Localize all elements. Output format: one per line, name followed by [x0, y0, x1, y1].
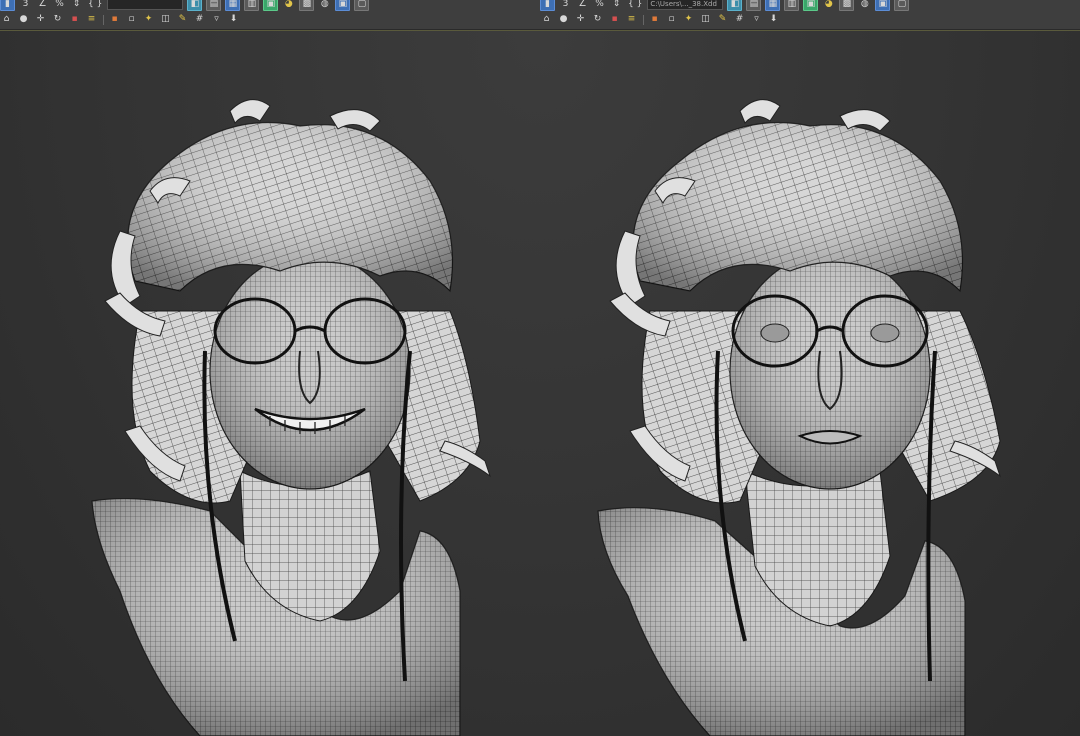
key-icon[interactable]: ▪ — [648, 14, 661, 25]
grid-icon[interactable]: # — [733, 14, 746, 25]
layer-manager-icon[interactable]: ▦ — [765, 0, 781, 11]
rotate-icon[interactable]: ↻ — [51, 14, 64, 25]
mirror-icon[interactable]: ◧ — [187, 0, 203, 11]
render-frame-icon[interactable]: ▢ — [354, 0, 370, 11]
light-icon[interactable]: ✦ — [142, 14, 155, 25]
layer-manager-icon[interactable]: ▦ — [225, 0, 241, 11]
graphite-toggle-icon[interactable]: ▣ — [803, 0, 819, 11]
right-eye-right — [870, 323, 900, 343]
list-icon[interactable]: ≡ — [85, 14, 98, 25]
schematic-view-icon[interactable]: ▩ — [839, 0, 855, 11]
align-icon[interactable]: ▤ — [746, 0, 762, 11]
camera-icon[interactable]: ◫ — [699, 14, 712, 25]
down-arrow-icon[interactable]: ⬇ — [767, 14, 780, 25]
frame-icon[interactable]: ▫ — [665, 14, 678, 25]
percent-snap-icon[interactable]: % — [593, 0, 606, 10]
snap-toggle-icon[interactable]: 3 — [19, 0, 32, 10]
right-head-model[interactable] — [597, 99, 1001, 736]
light-icon[interactable]: ✦ — [682, 14, 695, 25]
named-selection-field[interactable]: C:\Users\..._38.Xdd — [647, 0, 724, 10]
render-setup-icon[interactable]: ▣ — [875, 0, 891, 11]
select-tool-icon[interactable]: ▮ — [540, 0, 555, 11]
move-icon[interactable]: ✛ — [34, 14, 47, 25]
percent-snap-icon[interactable]: % — [53, 0, 66, 10]
move-icon[interactable]: ✛ — [574, 14, 587, 25]
grid-icon[interactable]: # — [193, 14, 206, 25]
curve-editor-icon[interactable]: ◕ — [822, 0, 835, 10]
scene-explorer-icon[interactable]: ▥ — [244, 0, 260, 11]
toolbar-right-row-2: ⌂ ● ✛ ↻ ▪ ≡ ▪ ▫ ✦ ◫ ✎ # ▿ ⬇ — [540, 12, 1080, 27]
snap-toggle-icon[interactable]: 3 — [559, 0, 572, 10]
helper-icon[interactable]: ▿ — [750, 14, 763, 25]
edit-named-selections-icon[interactable]: { } — [87, 0, 103, 10]
toolbar-left: ▮ 3 ∠ % ⇕ { } ◧ ▤ ▦ ▥ ▣ ◕ ▩ ◍ ▣ ▢ ⌂ ● ✛ … — [0, 0, 540, 30]
spinner-snap-icon[interactable]: ⇕ — [610, 0, 623, 10]
toolbar-right: ▮ 3 ∠ % ⇕ { } C:\Users\..._38.Xdd ◧ ▤ ▦ … — [540, 0, 1080, 30]
key-icon[interactable]: ▪ — [108, 14, 121, 25]
align-icon[interactable]: ▤ — [206, 0, 222, 11]
frame-icon[interactable]: ▫ — [125, 14, 138, 25]
sphere-icon[interactable]: ● — [17, 14, 30, 25]
down-arrow-icon[interactable]: ⬇ — [227, 14, 240, 25]
graphite-toggle-icon[interactable]: ▣ — [263, 0, 279, 11]
toolbar-right-row-1: ▮ 3 ∠ % ⇕ { } C:\Users\..._38.Xdd ◧ ▤ ▦ … — [540, 0, 1080, 12]
3d-viewport[interactable] — [0, 31, 1080, 736]
sphere-icon[interactable]: ● — [557, 14, 570, 25]
named-selection-field[interactable] — [107, 0, 184, 10]
list-icon[interactable]: ≡ — [625, 14, 638, 25]
camera-icon[interactable]: ◫ — [159, 14, 172, 25]
rotate-icon[interactable]: ↻ — [591, 14, 604, 25]
material-editor-icon[interactable]: ◍ — [858, 0, 871, 10]
teapot-icon[interactable]: ⌂ — [0, 14, 13, 25]
helper-icon[interactable]: ▿ — [210, 14, 223, 25]
render-frame-icon[interactable]: ▢ — [894, 0, 910, 11]
render-setup-icon[interactable]: ▣ — [335, 0, 351, 11]
viewport-canvas[interactable] — [0, 31, 1080, 736]
toolbar-left-row-2: ⌂ ● ✛ ↻ ▪ ≡ ▪ ▫ ✦ ◫ ✎ # ▿ ⬇ — [0, 12, 540, 27]
angle-snap-icon[interactable]: ∠ — [576, 0, 589, 10]
right-eye-left — [760, 323, 790, 343]
teapot-icon[interactable]: ⌂ — [540, 14, 553, 25]
spinner-snap-icon[interactable]: ⇕ — [70, 0, 83, 10]
curve-editor-icon[interactable]: ◕ — [282, 0, 295, 10]
brush-icon[interactable]: ✎ — [716, 14, 729, 25]
schematic-view-icon[interactable]: ▩ — [299, 0, 315, 11]
record-icon[interactable]: ▪ — [608, 14, 621, 25]
left-head-model[interactable] — [91, 99, 491, 736]
scene-explorer-icon[interactable]: ▥ — [784, 0, 800, 11]
toolbar-separator — [643, 14, 644, 25]
edit-named-selections-icon[interactable]: { } — [627, 0, 643, 10]
brush-icon[interactable]: ✎ — [176, 14, 189, 25]
select-tool-icon[interactable]: ▮ — [0, 0, 15, 11]
mirror-icon[interactable]: ◧ — [727, 0, 743, 11]
material-editor-icon[interactable]: ◍ — [318, 0, 331, 10]
record-icon[interactable]: ▪ — [68, 14, 81, 25]
toolbar-left-row-1: ▮ 3 ∠ % ⇕ { } ◧ ▤ ▦ ▥ ▣ ◕ ▩ ◍ ▣ ▢ — [0, 0, 540, 12]
angle-snap-icon[interactable]: ∠ — [36, 0, 49, 10]
main-toolbar: ▮ 3 ∠ % ⇕ { } ◧ ▤ ▦ ▥ ▣ ◕ ▩ ◍ ▣ ▢ ⌂ ● ✛ … — [0, 0, 1080, 31]
toolbar-separator — [103, 14, 104, 25]
